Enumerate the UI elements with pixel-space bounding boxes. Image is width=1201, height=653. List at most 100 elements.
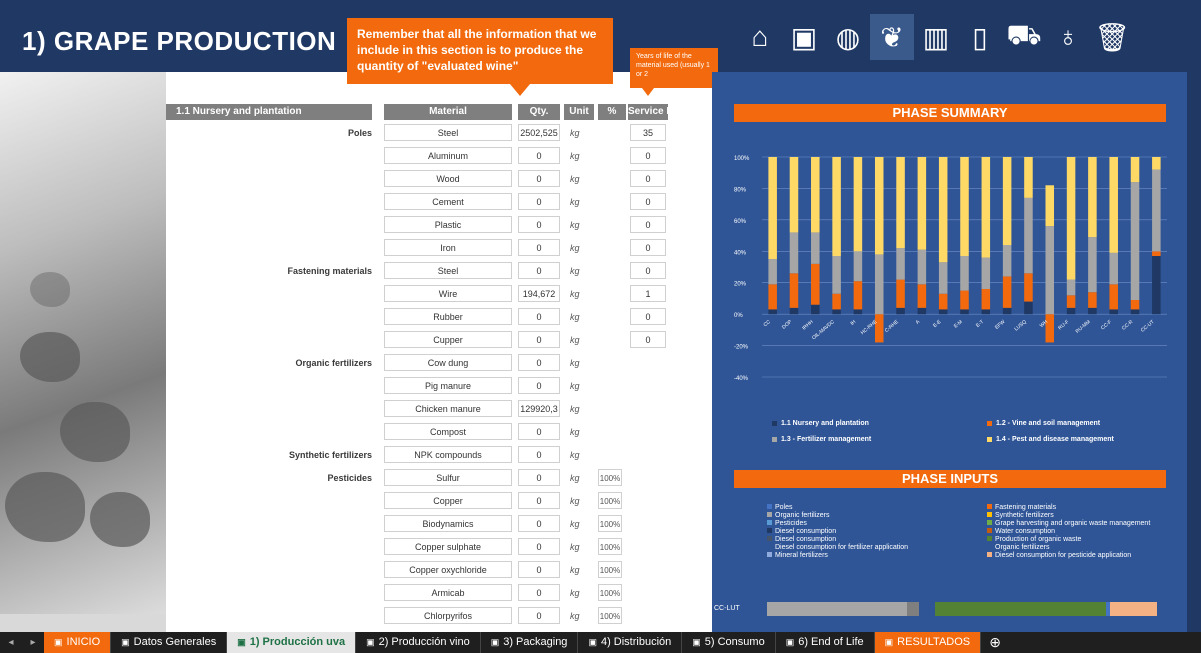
- globe-icon[interactable]: ◍: [826, 14, 870, 60]
- service-life-input[interactable]: 0: [630, 147, 666, 164]
- bar-segment: [1109, 309, 1118, 315]
- qty-input[interactable]: 0: [518, 584, 560, 601]
- add-sheet-icon[interactable]: ⊕: [981, 634, 1009, 651]
- legend-label: 1.1 Nursery and plantation: [781, 420, 869, 427]
- qty-input[interactable]: 194,672: [518, 285, 560, 302]
- percent-input[interactable]: 100%: [598, 492, 622, 509]
- bar-segment: [917, 157, 927, 250]
- trash-icon[interactable]: 🗑: [1090, 14, 1134, 60]
- legend-label: Poles: [775, 504, 793, 511]
- vertical-scrollbar[interactable]: [1187, 72, 1201, 632]
- wine-glass-icon[interactable]: ♁: [1046, 14, 1090, 60]
- qty-input[interactable]: 0: [518, 331, 560, 348]
- qty-input[interactable]: 0: [518, 193, 560, 210]
- qty-input[interactable]: 0: [518, 492, 560, 509]
- sheet-tab[interactable]: ▣ 4) Distribución: [578, 632, 683, 653]
- percent-input[interactable]: 100%: [598, 515, 622, 532]
- unit-label: kg: [570, 312, 580, 322]
- qty-input[interactable]: 0: [518, 170, 560, 187]
- sheet-tab[interactable]: ▣ 1) Producción uva: [227, 632, 357, 653]
- bar-segment: [917, 307, 927, 315]
- bottle-icon[interactable]: ▯: [958, 14, 1002, 60]
- bar-segment: [832, 256, 841, 294]
- x-tick-label: DOP: [781, 319, 794, 331]
- qty-input[interactable]: 0: [518, 216, 560, 233]
- bar-segment: [981, 257, 991, 289]
- percent-input[interactable]: 100%: [598, 561, 622, 578]
- qty-input[interactable]: 0: [518, 262, 560, 279]
- qty-input[interactable]: 0: [518, 561, 560, 578]
- service-life-input[interactable]: 0: [630, 308, 666, 325]
- sheet-tab[interactable]: ▣ 6) End of Life: [776, 632, 875, 653]
- bar-segment: [853, 251, 863, 282]
- bar-segment: [960, 309, 969, 315]
- grape-icon[interactable]: ❦: [870, 14, 914, 60]
- sheet-tab[interactable]: ▣ INICIO: [44, 632, 112, 653]
- qty-input[interactable]: 0: [518, 469, 560, 486]
- bar-segment: [1066, 157, 1076, 280]
- qty-input[interactable]: 2502,525: [518, 124, 560, 141]
- sheet-tab[interactable]: ▣ RESULTADOS: [874, 632, 982, 653]
- qty-input[interactable]: 0: [518, 239, 560, 256]
- inputs-legend-entry: Diesel consumption for fertilizer applic…: [767, 544, 908, 552]
- qty-input[interactable]: 0: [518, 308, 560, 325]
- material-cell: Sulfur: [384, 469, 512, 486]
- legend-swatch: [987, 437, 992, 442]
- percent-input[interactable]: 100%: [598, 584, 622, 601]
- inputs-legend-entry: Water consumption: [987, 528, 1150, 536]
- truck-icon[interactable]: ⛟: [1002, 14, 1046, 60]
- qty-input[interactable]: 0: [518, 354, 560, 371]
- service-life-input[interactable]: 0: [630, 170, 666, 187]
- lock-icon: ▣: [121, 637, 130, 647]
- qty-input[interactable]: 0: [518, 515, 560, 532]
- unit-label: kg: [570, 289, 580, 299]
- qty-input[interactable]: 0: [518, 423, 560, 440]
- col-header-pct: %: [598, 104, 626, 120]
- barrel-icon[interactable]: ▥: [914, 14, 958, 60]
- percent-input[interactable]: 100%: [598, 469, 622, 486]
- sheet-tab[interactable]: ▣ 5) Consumo: [682, 632, 776, 653]
- x-tick-label: RU-F: [1057, 319, 1070, 331]
- service-life-input[interactable]: 0: [630, 262, 666, 279]
- sheet-tab[interactable]: ▣ 3) Packaging: [481, 632, 579, 653]
- qty-input[interactable]: 0: [518, 607, 560, 624]
- tab-scroll-left-icon[interactable]: ◂: [0, 637, 22, 648]
- sheet-tab[interactable]: ▣ Datos Generales: [111, 632, 228, 653]
- service-life-input[interactable]: 0: [630, 239, 666, 256]
- material-cell: Wood: [384, 170, 512, 187]
- qty-input[interactable]: 0: [518, 147, 560, 164]
- x-tick-label: A: [915, 319, 922, 326]
- service-life-input[interactable]: 0: [630, 193, 666, 210]
- qty-input[interactable]: 0: [518, 377, 560, 394]
- bar-segment: [811, 263, 820, 305]
- bar-segment: [1024, 197, 1033, 274]
- bar-segment: [938, 262, 948, 294]
- bar-segment: [1109, 284, 1118, 310]
- legend-swatch: [987, 536, 992, 541]
- service-life-input[interactable]: 1: [630, 285, 666, 302]
- sheet-tab[interactable]: ▣ 2) Producción vino: [356, 632, 481, 653]
- legend-swatch: [772, 437, 777, 442]
- sheet-tab-label: 2) Producción vino: [378, 636, 470, 648]
- results-panel: PHASE SUMMARY 100% 80% 60% 40% 20% 0% -20% -40%…: [712, 72, 1187, 632]
- home-icon[interactable]: ⌂: [738, 14, 782, 60]
- service-life-input[interactable]: 0: [630, 216, 666, 233]
- inputs-legend-entry: Production of organic waste: [987, 536, 1150, 544]
- bar-segment: [768, 309, 777, 315]
- qty-input[interactable]: 129920,3: [518, 400, 560, 417]
- material-cell: Armicab: [384, 584, 512, 601]
- legend-label: Mineral fertilizers: [775, 552, 828, 559]
- tab-scroll-right-icon[interactable]: ▸: [22, 637, 44, 648]
- presentation-icon[interactable]: ▣: [782, 14, 826, 60]
- service-life-input[interactable]: 0: [630, 331, 666, 348]
- service-life-input[interactable]: 35: [630, 124, 666, 141]
- service-life-note: Years of life of the material used (usua…: [630, 48, 718, 88]
- bar-segment: [1088, 237, 1097, 293]
- percent-input[interactable]: 100%: [598, 538, 622, 555]
- qty-input[interactable]: 0: [518, 446, 560, 463]
- bar-segment: [832, 309, 841, 315]
- percent-input[interactable]: 100%: [598, 607, 622, 624]
- qty-input[interactable]: 0: [518, 538, 560, 555]
- bar-segment: [1002, 307, 1012, 315]
- bar-segment: [832, 293, 841, 310]
